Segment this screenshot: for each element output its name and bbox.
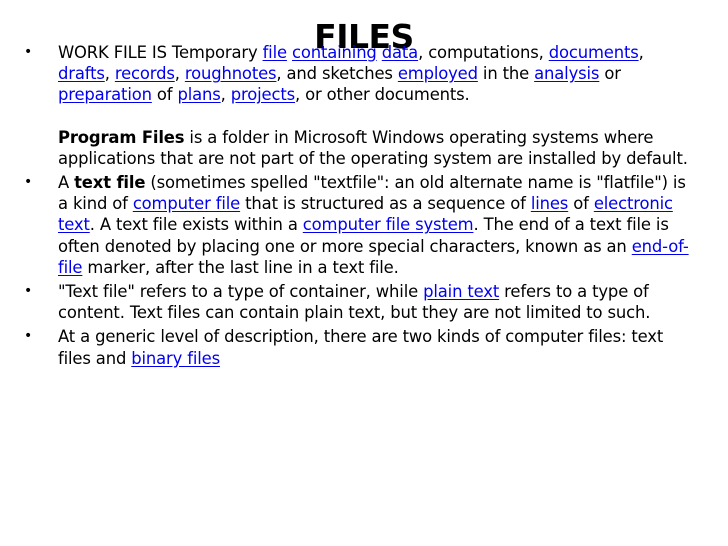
link-computer-file[interactable]: computer file (133, 194, 240, 213)
bullet-icon: • (24, 44, 33, 60)
link-drafts[interactable]: drafts (58, 64, 105, 83)
link-preparation[interactable]: preparation (58, 85, 152, 104)
program-files-term: Program Files (58, 127, 185, 147)
link-plans[interactable]: plans (177, 85, 220, 104)
link-employed[interactable]: employed (398, 64, 478, 83)
bullet-item-kinds: • At a generic level of description, the… (20, 326, 700, 368)
link-documents[interactable]: documents (549, 43, 639, 62)
slide: FILES • WORK FILE IS Temporary file cont… (0, 0, 728, 546)
bullet-icon: • (24, 174, 33, 191)
link-lines[interactable]: lines (531, 194, 569, 213)
bullet-icon: • (24, 328, 33, 345)
link-data[interactable]: data (382, 43, 418, 62)
bullet-item-text-file: • A text file (sometimes spelled "textfi… (20, 172, 700, 278)
link-computer-file-system[interactable]: computer file system (303, 215, 474, 234)
kinds-paragraph: At a generic level of description, there… (58, 327, 664, 368)
container-paragraph: "Text file" refers to a type of containe… (58, 282, 651, 323)
bullet-item-container: • "Text file" refers to a type of contai… (20, 281, 700, 323)
work-file-paragraph: WORK FILE IS Temporary file containing d… (58, 43, 644, 105)
link-plain-text[interactable]: plain text (423, 282, 499, 301)
link-containing[interactable]: containing (292, 43, 377, 62)
link-records[interactable]: records (115, 64, 175, 83)
program-files-paragraph: Program Files is a folder in Microsoft W… (58, 127, 688, 168)
bullet-list: • WORK FILE IS Temporary file containing… (20, 42, 700, 369)
bullet-icon: • (24, 283, 33, 300)
text-file-term: text file (74, 173, 146, 193)
bullet-item-work-file: • WORK FILE IS Temporary file containing… (20, 42, 700, 169)
link-roughnotes[interactable]: roughnotes (185, 64, 277, 83)
link-projects[interactable]: projects (231, 85, 295, 104)
link-file[interactable]: file (263, 43, 288, 62)
link-binary-files[interactable]: binary files (131, 349, 220, 368)
text-file-paragraph: A text file (sometimes spelled "textfile… (58, 173, 689, 277)
link-analysis[interactable]: analysis (534, 64, 599, 83)
